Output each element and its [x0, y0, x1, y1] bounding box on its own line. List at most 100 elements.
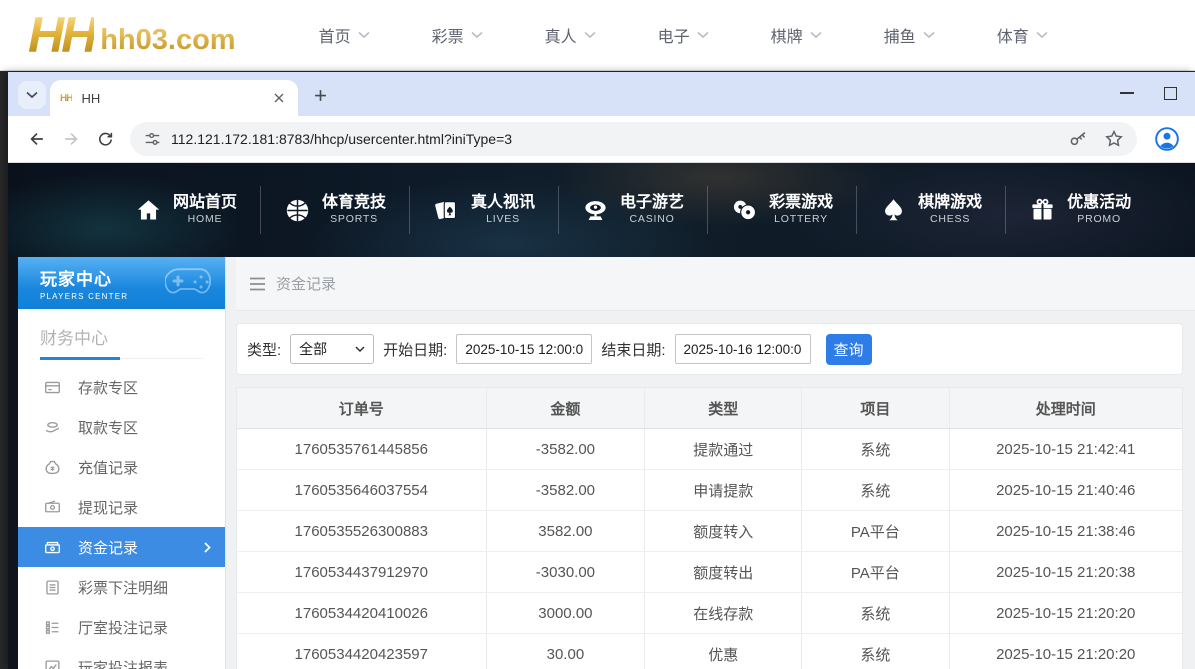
site-info-icon[interactable]: [144, 131, 161, 147]
type-select[interactable]: 全部: [290, 334, 374, 364]
sidebar-menu: 存款专区 取款专区 充值记录 提现记录: [18, 367, 225, 669]
new-tab-button[interactable]: [306, 81, 334, 109]
site-nav-fishing[interactable]: 捕鱼: [853, 23, 966, 47]
wallet-icon: [43, 499, 61, 516]
minimize-icon: [1120, 92, 1134, 94]
cell-time: 2025-10-15 21:20:38: [949, 552, 1182, 592]
main-nav-home[interactable]: 网站首页HOME: [112, 186, 260, 234]
list-icon: [43, 619, 61, 636]
table-row: 1760535526300883 3582.00 额度转入 PA平台 2025-…: [237, 511, 1182, 552]
site-nav-live[interactable]: 真人: [514, 23, 627, 47]
breadcrumb: 资金记录: [236, 257, 1195, 311]
main-nav-label-en: CHESS: [930, 213, 970, 226]
cell-time: 2025-10-15 21:20:20: [949, 634, 1182, 669]
end-date-input[interactable]: [675, 334, 811, 364]
site-nav: 首页 彩票 真人 电子 棋牌 捕鱼 体育: [288, 23, 1079, 47]
site-nav-home[interactable]: 首页: [288, 23, 401, 47]
main-nav-label-cn: 优惠活动: [1067, 193, 1131, 213]
browser-window: HH HH: [8, 72, 1195, 669]
sidebar-item-withdrawal-records[interactable]: 提现记录: [18, 487, 225, 527]
back-button[interactable]: [20, 122, 54, 156]
cell-project: PA平台: [801, 552, 948, 592]
sidebar-item-deposit[interactable]: 存款专区: [18, 367, 225, 407]
back-arrow-icon: [27, 129, 47, 149]
chevron-down-icon: [1036, 31, 1048, 39]
bookmark-button[interactable]: [1105, 130, 1123, 148]
table-row: 1760534437912970 -3030.00 额度转出 PA平台 2025…: [237, 552, 1182, 593]
browser-tab[interactable]: HH HH: [50, 80, 298, 116]
main-nav: 网站首页HOME 体育竞技SPORTS 真人视讯LIVES 电子游艺CASINO…: [8, 163, 1195, 257]
col-header-time: 处理时间: [949, 388, 1182, 428]
site-nav-chess[interactable]: 棋牌: [740, 23, 853, 47]
sidebar-item-player-bet-report[interactable]: 玩家投注报表: [18, 647, 225, 669]
main-nav-label-cn: 体育竞技: [322, 193, 386, 213]
menu-icon[interactable]: [249, 277, 266, 291]
main-nav-promo[interactable]: 优惠活动PROMO: [1005, 186, 1154, 234]
chevron-down-icon: [471, 31, 483, 39]
site-logo[interactable]: HH hh03.com: [28, 11, 236, 59]
sidebar-item-funds-records[interactable]: 资金记录: [18, 527, 225, 567]
content-area: 类型: 全部 开始日期: 结束日期: 查询: [236, 311, 1195, 669]
site-nav-label: 体育: [997, 23, 1029, 47]
end-date-label: 结束日期:: [601, 339, 665, 360]
main-nav-lottery[interactable]: 彩票游戏LOTTERY: [707, 186, 856, 234]
site-nav-label: 首页: [319, 23, 351, 47]
query-button[interactable]: 查询: [826, 334, 872, 365]
minimize-button[interactable]: [1120, 92, 1134, 94]
type-label: 类型:: [247, 339, 281, 360]
sidebar-item-label: 资金记录: [78, 537, 138, 558]
logo-domain-text: hh03.com: [100, 24, 235, 57]
funds-table: 订单号 金额 类型 项目 处理时间 1760535761445856 -3582…: [236, 387, 1183, 669]
cell-project: 系统: [801, 470, 948, 510]
sidebar-item-recharge-records[interactable]: 充值记录: [18, 447, 225, 487]
cell-order-no: 1760534420423597: [237, 634, 486, 669]
main-nav-label-en: HOME: [188, 213, 223, 226]
cell-project: 系统: [801, 429, 948, 469]
col-header-order-no: 订单号: [237, 388, 486, 428]
funds-record-icon: [43, 539, 61, 556]
site-nav-lottery[interactable]: 彩票: [401, 23, 514, 47]
chevron-down-icon: [355, 346, 365, 352]
site-nav-label: 电子: [658, 23, 690, 47]
start-date-input[interactable]: [456, 334, 592, 364]
window-controls: [1120, 80, 1177, 106]
cell-order-no: 1760534437912970: [237, 552, 486, 592]
maximize-button[interactable]: [1164, 87, 1177, 100]
cell-type: 额度转出: [644, 552, 801, 592]
screen: HH hh03.com 首页 彩票 真人 电子 棋牌 捕鱼 体育 HH HH: [0, 0, 1195, 669]
password-manager-button[interactable]: [1069, 130, 1089, 148]
tab-search-button[interactable]: [18, 81, 46, 109]
promo-gift-icon: [1029, 197, 1056, 224]
table-row: 1760534420423597 30.00 优惠 系统 2025-10-15 …: [237, 634, 1182, 669]
sidebar-item-hall-bet-records[interactable]: 厅室投注记录: [18, 607, 225, 647]
forward-button[interactable]: [54, 122, 88, 156]
main-nav-label-cn: 真人视讯: [471, 193, 535, 213]
sidebar-item-label: 存款专区: [78, 377, 138, 398]
main-nav-chess[interactable]: 棋牌游戏CHESS: [856, 186, 1005, 234]
tab-close-button[interactable]: [270, 89, 288, 107]
lives-icon: [433, 197, 460, 224]
main-nav-sports[interactable]: 体育竞技SPORTS: [260, 186, 409, 234]
col-header-amount: 金额: [486, 388, 645, 428]
sidebar-item-lottery-bet-details[interactable]: 彩票下注明细: [18, 567, 225, 607]
sports-icon: [284, 197, 311, 224]
sidebar-item-label: 提现记录: [78, 497, 138, 518]
page-viewport: 网站首页HOME 体育竞技SPORTS 真人视讯LIVES 电子游艺CASINO…: [8, 163, 1195, 669]
sidebar-item-withdraw[interactable]: 取款专区: [18, 407, 225, 447]
main-nav-label-cn: 电子游艺: [620, 193, 684, 213]
site-nav-slots[interactable]: 电子: [627, 23, 740, 47]
cell-type: 额度转入: [644, 511, 801, 551]
main-content: 资金记录 类型: 全部 开始日期: 结束日期:: [236, 257, 1195, 669]
cell-amount: -3582.00: [486, 470, 645, 510]
cell-project: 系统: [801, 634, 948, 669]
sidebar-item-label: 彩票下注明细: [78, 577, 168, 598]
reload-button[interactable]: [88, 122, 122, 156]
profile-button[interactable]: [1151, 123, 1183, 155]
start-date-label: 开始日期:: [383, 339, 447, 360]
address-field[interactable]: 112.121.172.181:8783/hhcp/usercenter.htm…: [130, 122, 1137, 156]
main-nav-casino[interactable]: 电子游艺CASINO: [558, 186, 707, 234]
main-nav-label-cn: 彩票游戏: [769, 193, 833, 213]
cell-amount: -3582.00: [486, 429, 645, 469]
site-nav-sports[interactable]: 体育: [966, 23, 1079, 47]
main-nav-lives[interactable]: 真人视讯LIVES: [409, 186, 558, 234]
